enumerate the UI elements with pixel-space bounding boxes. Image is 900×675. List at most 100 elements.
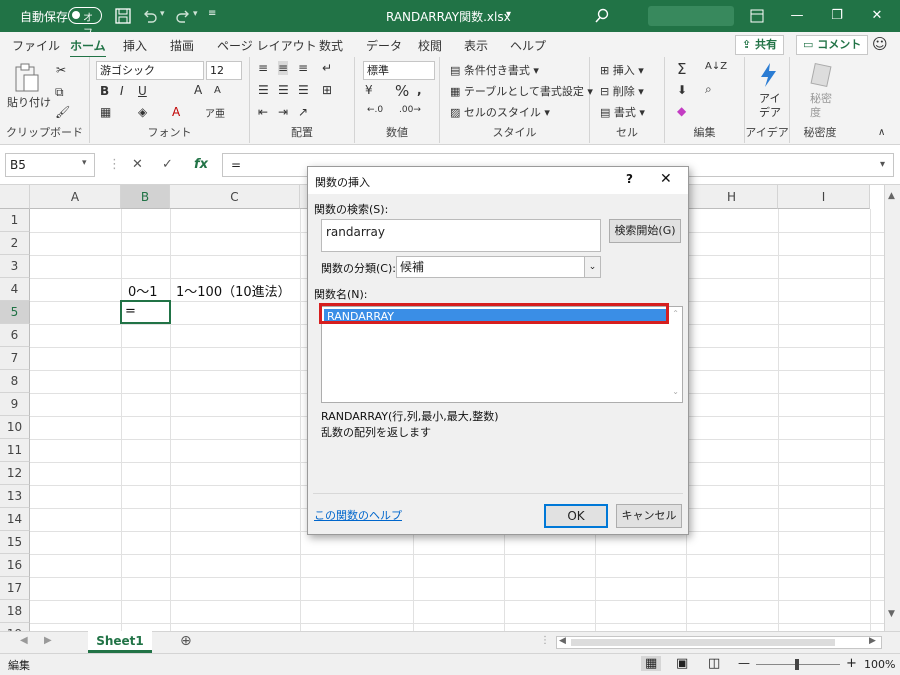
- row-header-2[interactable]: 2: [0, 232, 30, 255]
- scroll-right-icon[interactable]: ▶: [869, 636, 876, 646]
- row-header-5[interactable]: 5: [0, 301, 30, 324]
- column-header-c[interactable]: C: [170, 185, 300, 209]
- ideas-icon[interactable]: [757, 62, 779, 88]
- column-header-b[interactable]: B: [121, 185, 170, 209]
- tab-home[interactable]: ホーム: [70, 37, 106, 58]
- zoom-level[interactable]: 100%: [864, 658, 895, 671]
- category-select[interactable]: 候補: [396, 256, 601, 278]
- account-area[interactable]: [648, 6, 734, 26]
- category-dropdown-icon[interactable]: ⌄: [584, 257, 600, 277]
- align-right-icon[interactable]: ☰: [298, 83, 309, 97]
- tab-split-handle-icon[interactable]: ⋮: [540, 635, 550, 646]
- share-button[interactable]: ⇪ 共有: [735, 35, 785, 55]
- row-header-13[interactable]: 13: [0, 485, 30, 508]
- cancel-button[interactable]: キャンセル: [616, 504, 682, 528]
- row-header-10[interactable]: 10: [0, 416, 30, 439]
- search-go-button[interactable]: 検索開始(G): [609, 219, 681, 243]
- paste-button[interactable]: 貼り付け: [7, 94, 51, 110]
- cell-styles-button[interactable]: ▨ セルのスタイル ▾: [450, 104, 550, 120]
- increase-font-icon[interactable]: A: [194, 83, 202, 97]
- paste-icon[interactable]: [14, 63, 40, 93]
- format-painter-icon[interactable]: 🖌: [55, 105, 70, 119]
- italic-icon[interactable]: I: [120, 84, 124, 98]
- currency-icon[interactable]: ¥: [365, 83, 373, 97]
- conditional-formatting-button[interactable]: ▤ 条件付き書式 ▾: [450, 62, 539, 78]
- row-header-8[interactable]: 8: [0, 370, 30, 393]
- format-cells-button[interactable]: ▤ 書式 ▾: [600, 104, 645, 120]
- save-icon[interactable]: [115, 8, 131, 24]
- bold-icon[interactable]: B: [100, 84, 109, 98]
- page-layout-view-icon[interactable]: ▣: [676, 656, 688, 671]
- name-box-dropdown-icon[interactable]: ▾: [82, 158, 87, 168]
- dialog-close-button[interactable]: ✕: [660, 171, 672, 187]
- tab-page-layout[interactable]: ページ レイアウト: [217, 37, 317, 54]
- wrap-text-icon[interactable]: ↵: [322, 61, 332, 75]
- insert-cells-button[interactable]: ⊞ 挿入 ▾: [600, 62, 644, 78]
- cell-b4[interactable]: 0～1: [128, 281, 158, 300]
- row-header-11[interactable]: 11: [0, 439, 30, 462]
- next-sheet-icon[interactable]: ▶: [44, 635, 52, 646]
- insert-function-icon[interactable]: fx: [194, 157, 208, 172]
- column-header-i[interactable]: I: [778, 185, 870, 209]
- orientation-icon[interactable]: ↗: [298, 105, 308, 119]
- phonetic-icon[interactable]: ア亜: [205, 105, 225, 120]
- increase-indent-icon[interactable]: ⇥: [278, 105, 288, 119]
- row-header-9[interactable]: 9: [0, 393, 30, 416]
- copy-icon[interactable]: ⧉: [55, 85, 64, 100]
- minimize-button[interactable]: —: [782, 4, 812, 28]
- tab-draw[interactable]: 描画: [170, 37, 194, 54]
- merge-center-icon[interactable]: ⊞: [322, 83, 332, 97]
- dialog-help-button[interactable]: ?: [626, 172, 633, 186]
- enter-formula-icon[interactable]: ✓: [162, 157, 173, 172]
- row-header-15[interactable]: 15: [0, 531, 30, 554]
- align-middle-icon[interactable]: ≡: [278, 61, 289, 75]
- underline-icon[interactable]: U: [138, 84, 147, 98]
- column-header-a[interactable]: A: [30, 185, 121, 209]
- normal-view-icon[interactable]: ▦: [641, 656, 662, 671]
- cancel-formula-icon[interactable]: ✕: [132, 157, 143, 172]
- font-size-dropdown[interactable]: 12: [206, 61, 242, 80]
- prev-sheet-icon[interactable]: ◀: [20, 635, 28, 646]
- format-as-table-button[interactable]: ▦ テーブルとして書式設定 ▾: [450, 83, 593, 99]
- scroll-thumb[interactable]: [571, 639, 835, 646]
- close-window-button[interactable]: ✕: [862, 4, 892, 28]
- tab-review[interactable]: 校閲: [418, 37, 442, 54]
- row-header-12[interactable]: 12: [0, 462, 30, 485]
- page-break-view-icon[interactable]: ◫: [708, 656, 720, 671]
- fill-color-icon[interactable]: ◈: [138, 105, 147, 119]
- percent-icon[interactable]: %: [395, 82, 409, 100]
- row-header-19[interactable]: 19: [0, 623, 30, 631]
- tab-formulas[interactable]: 数式: [319, 37, 343, 54]
- list-scroll-down-icon[interactable]: ⌄: [672, 387, 679, 396]
- sensitivity-icon[interactable]: [810, 62, 834, 88]
- row-header-14[interactable]: 14: [0, 508, 30, 531]
- cut-icon[interactable]: ✂: [56, 63, 66, 77]
- row-header-6[interactable]: 6: [0, 324, 30, 347]
- clear-icon[interactable]: ◆: [677, 104, 686, 118]
- tab-data[interactable]: データ: [366, 37, 402, 54]
- vertical-scrollbar[interactable]: ▲ ▼: [884, 185, 900, 631]
- zoom-in-icon[interactable]: +: [846, 656, 857, 671]
- borders-icon[interactable]: ▦: [100, 105, 111, 119]
- tab-view[interactable]: 表示: [464, 37, 488, 54]
- horizontal-scrollbar[interactable]: ◀ ▶: [556, 636, 882, 649]
- font-name-dropdown[interactable]: 游ゴシック: [96, 61, 204, 80]
- row-header-16[interactable]: 16: [0, 554, 30, 577]
- undo-icon[interactable]: [142, 8, 158, 24]
- customize-qat-icon[interactable]: ≡: [208, 8, 216, 19]
- function-help-link[interactable]: この関数のヘルプ: [314, 507, 402, 523]
- autosave-toggle[interactable]: オフ: [68, 7, 102, 39]
- tab-file[interactable]: ファイル: [12, 37, 60, 54]
- comments-button[interactable]: ▭ コメント: [796, 35, 869, 55]
- cell-c4[interactable]: 1～100（10進法）: [176, 281, 291, 300]
- list-scroll-up-icon[interactable]: ⌃: [672, 309, 679, 318]
- row-header-17[interactable]: 17: [0, 577, 30, 600]
- zoom-slider-thumb[interactable]: [795, 659, 799, 670]
- tab-insert[interactable]: 挿入: [123, 37, 147, 54]
- autosum-icon[interactable]: Σ: [677, 60, 686, 78]
- comma-icon[interactable]: ,: [417, 83, 422, 97]
- redo-icon[interactable]: [175, 8, 191, 24]
- align-left-icon[interactable]: ☰: [258, 83, 269, 97]
- file-name-chevron-icon[interactable]: ▾: [506, 9, 511, 20]
- redo-dropdown-icon[interactable]: ▾: [193, 9, 198, 19]
